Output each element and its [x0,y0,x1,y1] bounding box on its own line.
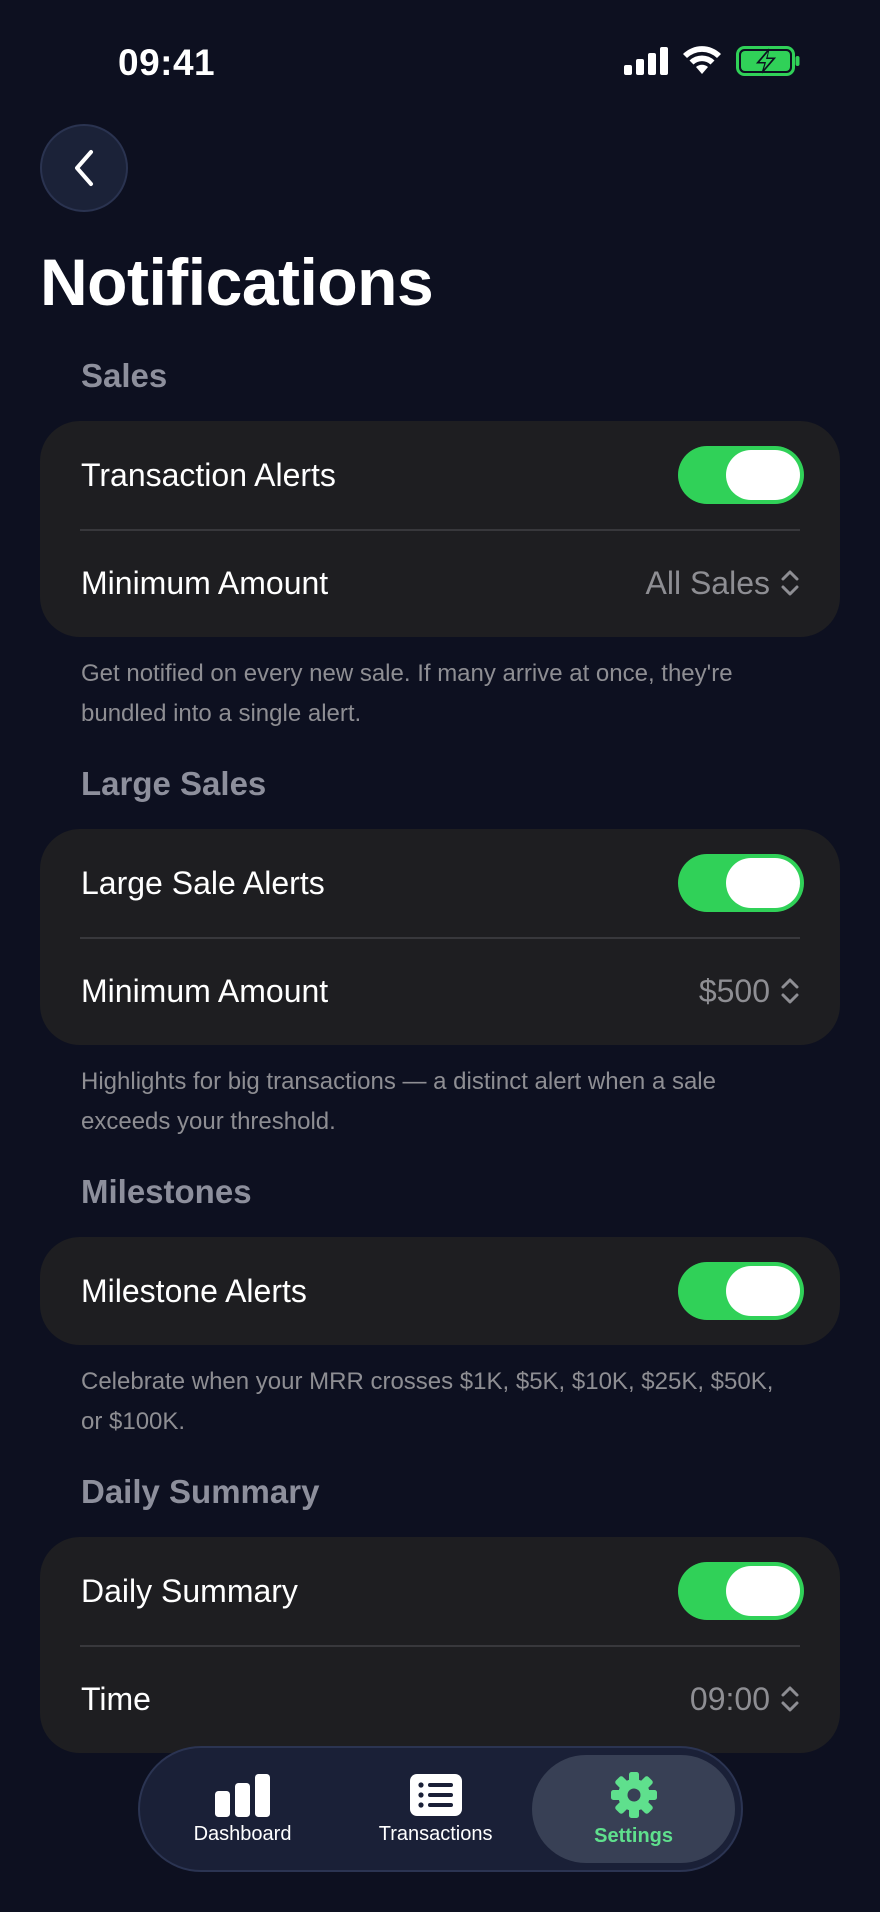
row-label: Time [81,1680,151,1717]
chevron-up-down-icon [781,1686,799,1712]
tab-label: Transactions [378,1822,493,1845]
toggle-knob [726,450,800,500]
row-label: Minimum Amount [81,972,329,1009]
status-icons [624,46,800,76]
daily-summary-time-picker[interactable]: 09:00 [690,1681,800,1718]
sales-card: Transaction Alerts Minimum Amount All Sa… [40,421,840,637]
section-header-sales: Sales [81,357,168,394]
tab-dashboard[interactable]: Dashboard [146,1755,339,1863]
tab-settings[interactable]: Settings [532,1755,735,1863]
row-label: Daily Summary [81,1572,298,1609]
chevron-up-down-icon [781,978,799,1004]
tab-label: Dashboard [193,1822,292,1845]
page-title: Notifications [40,245,434,319]
large-sales-footnote: Highlights for big transactions — a dist… [81,1068,716,1135]
tab-transactions[interactable]: Transactions [339,1755,532,1863]
picker-value: All Sales [645,564,771,601]
chevron-left-icon [75,150,93,186]
status-bar: 09:41 [0,0,880,130]
milestone-alerts-toggle[interactable] [678,1262,804,1320]
toggle-knob [726,1566,800,1616]
large-sales-minimum-amount-row[interactable]: Minimum Amount $500 [40,937,840,1045]
milestones-card: Milestone Alerts [40,1237,840,1345]
large-sale-alerts-toggle[interactable] [678,854,804,912]
transaction-alerts-row: Transaction Alerts [40,421,840,529]
daily-summary-time-row[interactable]: Time 09:00 [40,1645,840,1753]
status-time: 09:41 [118,42,216,83]
sales-minimum-amount-row[interactable]: Minimum Amount All Sales [40,529,840,637]
wifi-icon [683,46,721,74]
row-label: Minimum Amount [81,564,329,601]
list-icon [409,1773,462,1816]
battery-charging-icon [736,46,800,76]
section-header-daily-summary: Daily Summary [81,1473,320,1510]
cellular-signal-icon [624,47,668,75]
row-label: Transaction Alerts [81,456,336,493]
sales-footnote: Get notified on every new sale. If many … [81,660,733,727]
row-label: Large Sale Alerts [81,864,325,901]
milestones-footnote: Celebrate when your MRR crosses $1K, $5K… [81,1368,774,1435]
transaction-alerts-toggle[interactable] [678,446,804,504]
tab-bar: Dashboard Transactions Settings [138,1746,743,1872]
row-label: Milestone Alerts [81,1272,307,1309]
daily-summary-row: Daily Summary [40,1537,840,1645]
bar-chart-icon [214,1773,270,1817]
section-header-milestones: Milestones [81,1173,252,1210]
section-header-large-sales: Large Sales [81,765,267,802]
gear-icon [610,1771,657,1818]
picker-value: $500 [698,972,770,1009]
back-button[interactable] [40,124,128,212]
milestone-alerts-row: Milestone Alerts [40,1237,840,1345]
toggle-knob [726,1266,800,1316]
notifications-screen: 09:41 Notifications Sales Transaction Al… [0,0,880,1912]
chevron-up-down-icon [781,570,799,596]
daily-summary-toggle[interactable] [678,1562,804,1620]
toggle-knob [726,858,800,908]
large-sales-minimum-amount-picker[interactable]: $500 [699,973,800,1010]
sales-minimum-amount-picker[interactable]: All Sales [646,565,801,602]
picker-value: 09:00 [689,1680,770,1717]
daily-summary-card: Daily Summary Time 09:00 [40,1537,840,1753]
large-sales-card: Large Sale Alerts Minimum Amount $500 [40,829,840,1045]
large-sale-alerts-row: Large Sale Alerts [40,829,840,937]
tab-label: Settings [594,1824,674,1847]
